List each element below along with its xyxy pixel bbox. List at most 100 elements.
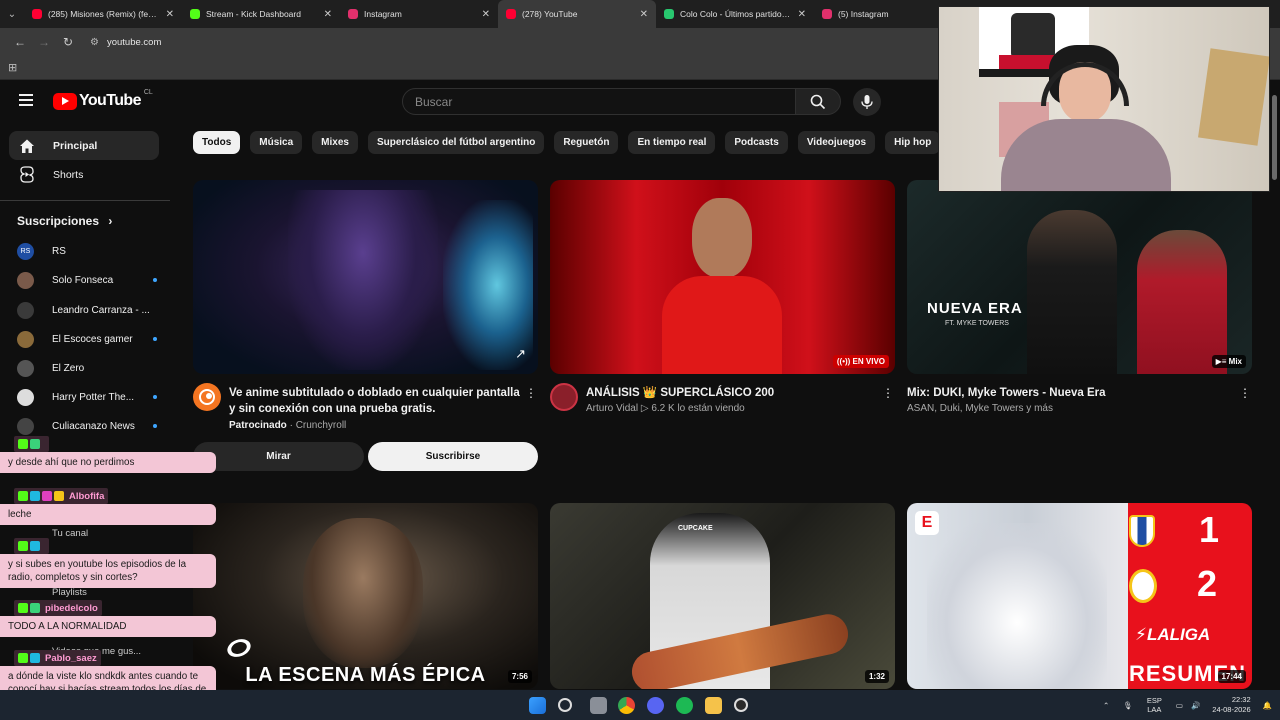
search-input[interactable] [415,94,795,109]
chip-mixes[interactable]: Mixes [312,131,358,154]
subscription-item[interactable]: Leandro Carranza - ... [17,299,157,321]
chip-superclasico[interactable]: Superclásico del fútbol argentino [367,131,545,154]
video-title[interactable]: Mix: DUKI, Myke Towers - Nueva Era [907,385,1106,401]
score-home: 1 [1199,509,1220,550]
close-icon[interactable]: ✕ [482,9,490,20]
chat-text: y si subes en youtube los episodios de l… [0,554,216,588]
kick-badge-icon [18,491,28,501]
lang-code: ESP [1146,696,1162,705]
kick-favicon-icon [190,9,200,19]
more-options-icon[interactable]: ⋮ [882,387,894,399]
video-channel-line: Arturo Vidal ▷ 6.2 K lo están viendo [586,403,745,414]
task-view-icon[interactable] [590,697,607,714]
home-icon [18,137,36,155]
tab-search-icon[interactable]: ⌄ [0,0,24,28]
artist-figure [1027,210,1117,374]
thumbnail-title: NUEVA ERA [927,300,1023,317]
browser-tab[interactable]: Instagram ✕ [340,0,498,28]
chat-user [14,538,49,554]
menu-icon[interactable] [19,94,33,106]
search-icon[interactable] [558,698,572,712]
new-content-dot [153,424,157,428]
video-thumbnail[interactable]: NUEVA ERA FT. MYKE TOWERS ▶≡ Mix [907,180,1252,374]
new-content-dot [153,278,157,282]
file-explorer-icon[interactable] [705,697,722,714]
search-button[interactable] [795,88,841,115]
video-thumbnail[interactable]: CUPCAKE 1:32 [550,503,895,689]
browser-tab[interactable]: Stream - Kick Dashboard ✕ [182,0,340,28]
sidebar-item-shorts[interactable]: Shorts [9,160,159,189]
network-icon[interactable]: ▭ [1176,701,1183,710]
apps-grid-icon[interactable]: ⊞ [8,61,17,74]
clock[interactable]: 22:32 24-08-2026 [1212,695,1250,715]
close-icon[interactable]: ✕ [324,9,332,20]
close-icon[interactable]: ✕ [166,9,174,20]
video-channel-line[interactable]: ASAN, Duki, Myke Towers y más [907,403,1053,414]
spotify-icon[interactable] [676,697,693,714]
discord-icon[interactable] [647,697,664,714]
chip-en-tiempo-real[interactable]: En tiempo real [628,131,716,154]
input-language[interactable]: ESP LAA [1147,696,1162,714]
crunchyroll-logo-icon[interactable] [193,383,221,411]
tab-title: (278) YouTube [522,9,578,19]
channel-name[interactable]: Arturo Vidal [586,403,638,414]
playlist-icon: ▶≡ [1215,357,1229,366]
chip-regueton[interactable]: Reguetón [554,131,619,154]
video-meta: ANÁLISIS 👑 SUPERCLÁSICO 200 Arturo Vidal… [550,383,895,423]
windows-start-icon[interactable] [529,697,546,714]
notification-icon[interactable]: 🔔 [1263,701,1272,710]
subscribe-button[interactable]: Suscribirse [368,442,538,471]
site-info-icon[interactable]: ⚙ [90,37,99,48]
subscription-item[interactable]: RS RS [17,240,157,262]
subscription-name: El Escoces gamer [52,333,133,345]
kick-badge-icon [18,541,28,551]
url-field[interactable]: ⚙ youtube.com [90,37,161,48]
more-options-icon[interactable]: ⋮ [1239,387,1251,399]
chip-podcasts[interactable]: Podcasts [725,131,788,154]
video-thumbnail[interactable]: LA ESCENA MÁS ÉPICA 7:56 [193,503,538,689]
actor-face [303,518,423,668]
subscription-item[interactable]: Solo Fonseca [17,269,157,291]
chip-musica[interactable]: Música [250,131,303,154]
chat-username: Albofifa [69,490,105,502]
subscription-item[interactable]: El Zero [17,357,157,379]
chip-hip-hop[interactable]: Hip hop [885,131,938,154]
back-arrow-icon[interactable]: ← [8,35,32,49]
ad-title[interactable]: Ve anime subtitulado o doblado en cualqu… [229,385,524,417]
chevron-up-icon[interactable]: ⌃ [1103,701,1109,710]
more-options-icon[interactable]: ⋮ [525,387,537,399]
advertiser-name: Crunchyroll [295,420,347,431]
video-title[interactable]: ANÁLISIS 👑 SUPERCLÁSICO 200 [586,385,774,401]
chip-videojuegos[interactable]: Videojuegos [797,131,876,154]
obs-icon[interactable] [734,698,748,712]
chip-todos[interactable]: Todos [193,131,241,154]
chrome-icon[interactable] [618,697,635,714]
glow-light [443,200,533,370]
page-scrollbar[interactable] [1272,95,1277,180]
watch-button[interactable]: Mirar [193,442,364,471]
video-thumbnail[interactable]: E 1 2 ⚡LALIGA RESUMEN 17:44 [907,503,1252,689]
close-icon[interactable]: ✕ [798,9,806,20]
channel-avatar[interactable] [550,383,578,411]
browser-tab[interactable]: (285) Misiones (Remix) (feat. Du... ✕ [24,0,182,28]
browser-tab-active[interactable]: (278) YouTube ✕ [498,0,656,28]
voice-search-button[interactable] [853,88,881,116]
stream-chat-overlay: y desde ahí que no perdimos Albofifa lec… [0,432,218,720]
close-icon[interactable]: ✕ [640,9,648,20]
forward-arrow-icon[interactable]: → [32,35,56,49]
subscription-item[interactable]: Harry Potter The... [17,386,157,408]
ad-thumbnail[interactable]: ↗ [193,180,538,374]
subscription-item[interactable]: El Escoces gamer [17,328,157,350]
microphone-icon[interactable]: 🎙 [1123,701,1133,710]
volume-icon[interactable]: 🔊 [1191,701,1200,710]
reload-icon[interactable]: ↻ [56,35,80,49]
youtube-logo[interactable]: YouTube CL [53,89,153,110]
live-badge: ((•)) EN VIVO [832,355,889,368]
subscription-name: El Zero [52,362,85,374]
subscriptions-heading[interactable]: Suscripciones › [17,214,112,228]
sidebar-item-principal[interactable]: Principal [9,131,159,160]
browser-tab[interactable]: Colo Colo - Últimos partidos, p... ✕ [656,0,814,28]
video-thumbnail[interactable]: ((•)) EN VIVO [550,180,895,374]
moderator-badge-icon [30,541,40,551]
external-link-icon[interactable]: ↗ [515,346,526,362]
